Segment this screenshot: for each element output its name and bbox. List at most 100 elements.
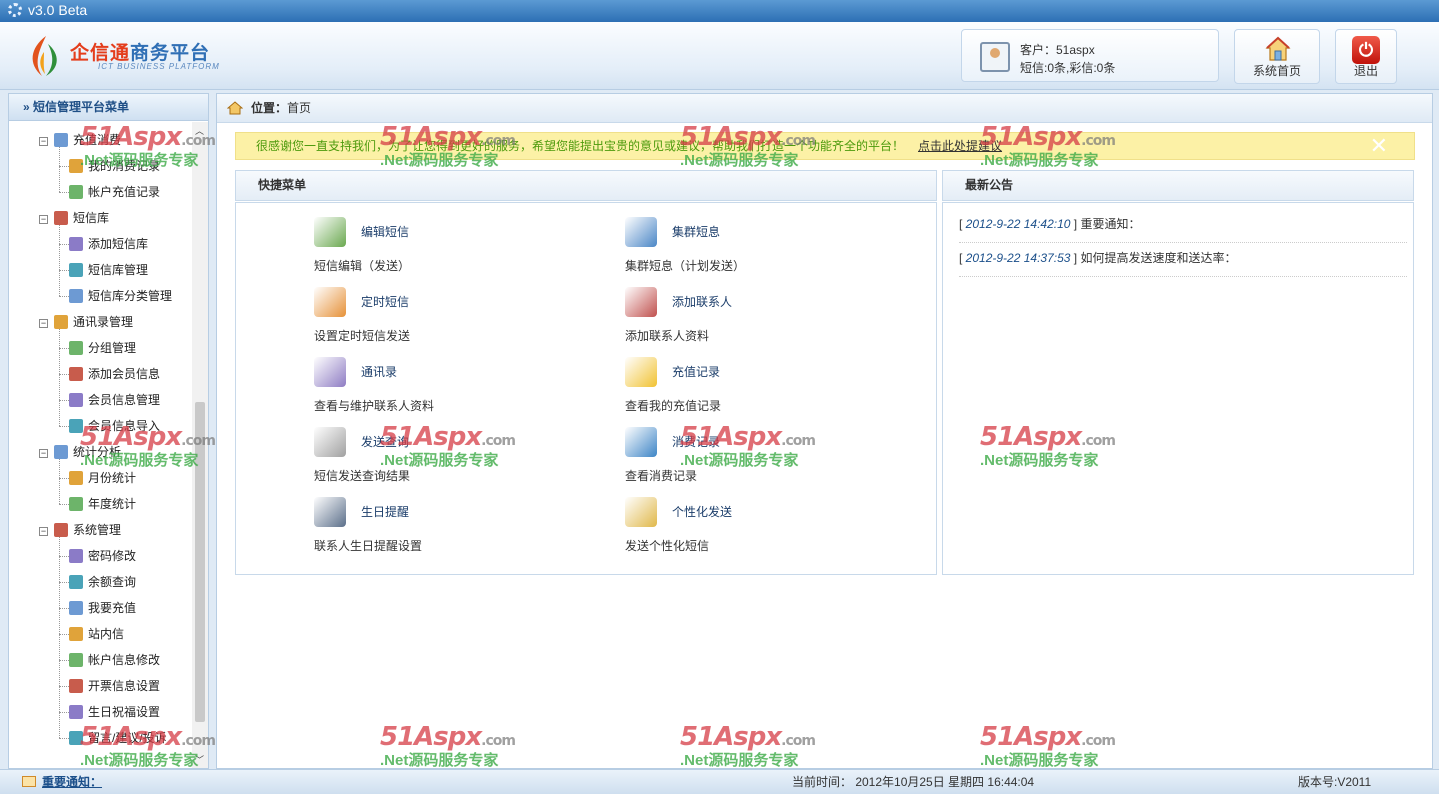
quick-menu-item-title[interactable]: 发送查询: [361, 433, 409, 450]
sidebar-group[interactable]: − 充值消费: [39, 127, 121, 153]
quick-menu-item-desc: 添加联系人资料: [625, 329, 710, 343]
house-icon: [1265, 36, 1291, 61]
sidebar-item[interactable]: 添加短信库: [69, 231, 148, 257]
scroll-up-icon[interactable]: ︿: [195, 124, 204, 137]
home-icon: [227, 101, 243, 115]
collapse-icon[interactable]: −: [39, 527, 48, 536]
sidebar-item[interactable]: 我要充值: [69, 595, 136, 621]
sidebar-group[interactable]: − 系统管理: [39, 517, 121, 543]
scroll-down-icon[interactable]: ﹀: [195, 753, 204, 766]
announcement-title[interactable]: 如何提高发送速度和送达率：: [1080, 251, 1236, 265]
sidebar-group[interactable]: − 短信库: [39, 205, 109, 231]
quick-menu-item-title[interactable]: 集群短息: [672, 223, 720, 240]
sidebar-item-label: 短信库管理: [88, 263, 149, 277]
send-query-icon: [314, 427, 346, 457]
scroll-thumb[interactable]: [195, 402, 205, 722]
tree-connector: [59, 192, 69, 193]
app-version: v3.0 Beta: [28, 2, 88, 18]
alarm-clock-icon: [314, 287, 346, 317]
announcement-item[interactable]: [ 2012-9-22 14:37:53 ] 如何提高发送速度和送达率：: [959, 243, 1407, 277]
sidebar-item[interactable]: 余额查询: [69, 569, 136, 595]
mail-icon: [22, 776, 36, 787]
balance-icon: [69, 575, 83, 589]
announcements-header: 最新公告: [942, 170, 1414, 201]
tree-connector: [59, 504, 69, 505]
exit-button[interactable]: ⏻ 退出: [1335, 29, 1397, 84]
quick-menu-item[interactable]: 定时短信 设置定时短信发送: [314, 287, 594, 353]
sidebar-item-label: 会员信息导入: [88, 419, 161, 433]
tree-connector: [59, 608, 69, 609]
quick-menu-item-title[interactable]: 通讯录: [361, 363, 397, 380]
sidebar-item[interactable]: 密码修改: [69, 543, 136, 569]
import-icon: [69, 419, 83, 433]
system-home-button[interactable]: 系统首页: [1234, 29, 1320, 84]
sidebar-item[interactable]: 月份统计: [69, 465, 136, 491]
tree-connector: [59, 296, 69, 297]
collapse-icon[interactable]: −: [39, 137, 48, 146]
quick-menu-item[interactable]: 消费记录 查看消费记录: [625, 427, 905, 493]
announcement-item[interactable]: [ 2012-9-22 14:42:10 ] 重要通知：: [959, 209, 1407, 243]
sidebar-item[interactable]: 分组管理: [69, 335, 136, 361]
quick-menu-item-title[interactable]: 编辑短信: [361, 223, 409, 240]
tree-connector: [59, 738, 69, 739]
quick-menu-item-title[interactable]: 个性化发送: [672, 503, 732, 520]
quick-menu-item[interactable]: 个性化发送 发送个性化短信: [625, 497, 905, 563]
announcement-title[interactable]: 重要通知：: [1080, 217, 1140, 231]
quick-menu-item-title[interactable]: 添加联系人: [672, 293, 732, 310]
sidebar-item[interactable]: 会员信息导入: [69, 413, 160, 439]
close-icon[interactable]: ✕: [1370, 135, 1388, 157]
account-edit-icon: [69, 653, 83, 667]
sidebar-item[interactable]: 我的消费记录: [69, 153, 160, 179]
quick-menu-item-title[interactable]: 定时短信: [361, 293, 409, 310]
sidebar-item[interactable]: 添加会员信息: [69, 361, 160, 387]
tree-connector: [59, 348, 69, 349]
breadcrumb-page[interactable]: 首页: [287, 101, 311, 115]
announcement-date: 2012-9-22 14:37:53: [965, 251, 1071, 265]
customer-info: 客户：51aspx 短信:0条,彩信:0条: [961, 29, 1219, 82]
sidebar-item[interactable]: 会员信息管理: [69, 387, 160, 413]
quick-menu-item[interactable]: 集群短息 集群短息（计划发送）: [625, 217, 905, 283]
yearly-chart-icon: [69, 497, 83, 511]
sidebar-group[interactable]: − 通讯录管理: [39, 309, 133, 335]
suggestion-notice: 很感谢您一直支持我们，为了让您得到更好的服务，希望您能提出宝贵的意见或建议，帮助…: [235, 132, 1415, 160]
sidebar-item[interactable]: 留言/建议/投诉: [69, 725, 167, 751]
sidebar-item[interactable]: 开票信息设置: [69, 673, 160, 699]
cash-register-icon: [314, 497, 346, 527]
collapse-icon[interactable]: −: [39, 215, 48, 224]
sidebar-item-label: 余额查询: [88, 575, 137, 589]
sidebar-item[interactable]: 生日祝福设置: [69, 699, 160, 725]
announcements-panel: [ 2012-9-22 14:42:10 ] 重要通知：[ 2012-9-22 …: [942, 202, 1414, 575]
collapse-icon[interactable]: −: [39, 319, 48, 328]
quick-menu-item[interactable]: 生日提醒 联系人生日提醒设置: [314, 497, 594, 563]
collapse-icon[interactable]: −: [39, 449, 48, 458]
sidebar-item-label: 统计分析: [73, 445, 122, 459]
header: 企信通商务平台 ICT BUSINESS PLATFORM 客户：51aspx …: [0, 22, 1439, 90]
sidebar-item[interactable]: 年度统计: [69, 491, 136, 517]
quick-menu-item[interactable]: 充值记录 查看我的充值记录: [625, 357, 905, 423]
quick-menu-item-desc: 短信发送查询结果: [314, 469, 411, 483]
sidebar-group[interactable]: − 统计分析: [39, 439, 121, 465]
sidebar-scrollbar[interactable]: ︿ ﹀: [192, 122, 208, 768]
sidebar-item[interactable]: 站内信: [69, 621, 124, 647]
customer-stats: 短信:0条,彩信:0条: [1020, 61, 1116, 75]
tree-connector: [59, 556, 69, 557]
sidebar-item[interactable]: 帐户充值记录: [69, 179, 160, 205]
quick-menu-item-title[interactable]: 消费记录: [672, 433, 720, 450]
sidebar-item-label: 年度统计: [88, 497, 137, 511]
quick-menu-item[interactable]: 通讯录 查看与维护联系人资料: [314, 357, 594, 423]
quick-menu-item[interactable]: 编辑短信 短信编辑（发送）: [314, 217, 594, 283]
tree-connector: [59, 459, 60, 504]
sidebar-item[interactable]: 短信库分类管理: [69, 283, 172, 309]
important-notice-link[interactable]: 重要通知：: [42, 770, 102, 794]
quick-menu-item[interactable]: 发送查询短信发送查询结果: [314, 427, 594, 493]
quick-menu-item-title[interactable]: 生日提醒: [361, 503, 409, 520]
tree-connector: [59, 712, 69, 713]
quick-menu-item[interactable]: 添加联系人添加联系人资料: [625, 287, 905, 353]
sidebar-item[interactable]: 短信库管理: [69, 257, 148, 283]
quick-menu-item-title[interactable]: 充值记录: [672, 363, 720, 380]
tree-connector: [59, 166, 69, 167]
suggestion-link[interactable]: 点击此处提建议: [918, 139, 1002, 153]
sidebar-item[interactable]: 帐户信息修改: [69, 647, 160, 673]
gear-icon: [8, 3, 22, 17]
system-home-label: 系统首页: [1252, 64, 1301, 78]
